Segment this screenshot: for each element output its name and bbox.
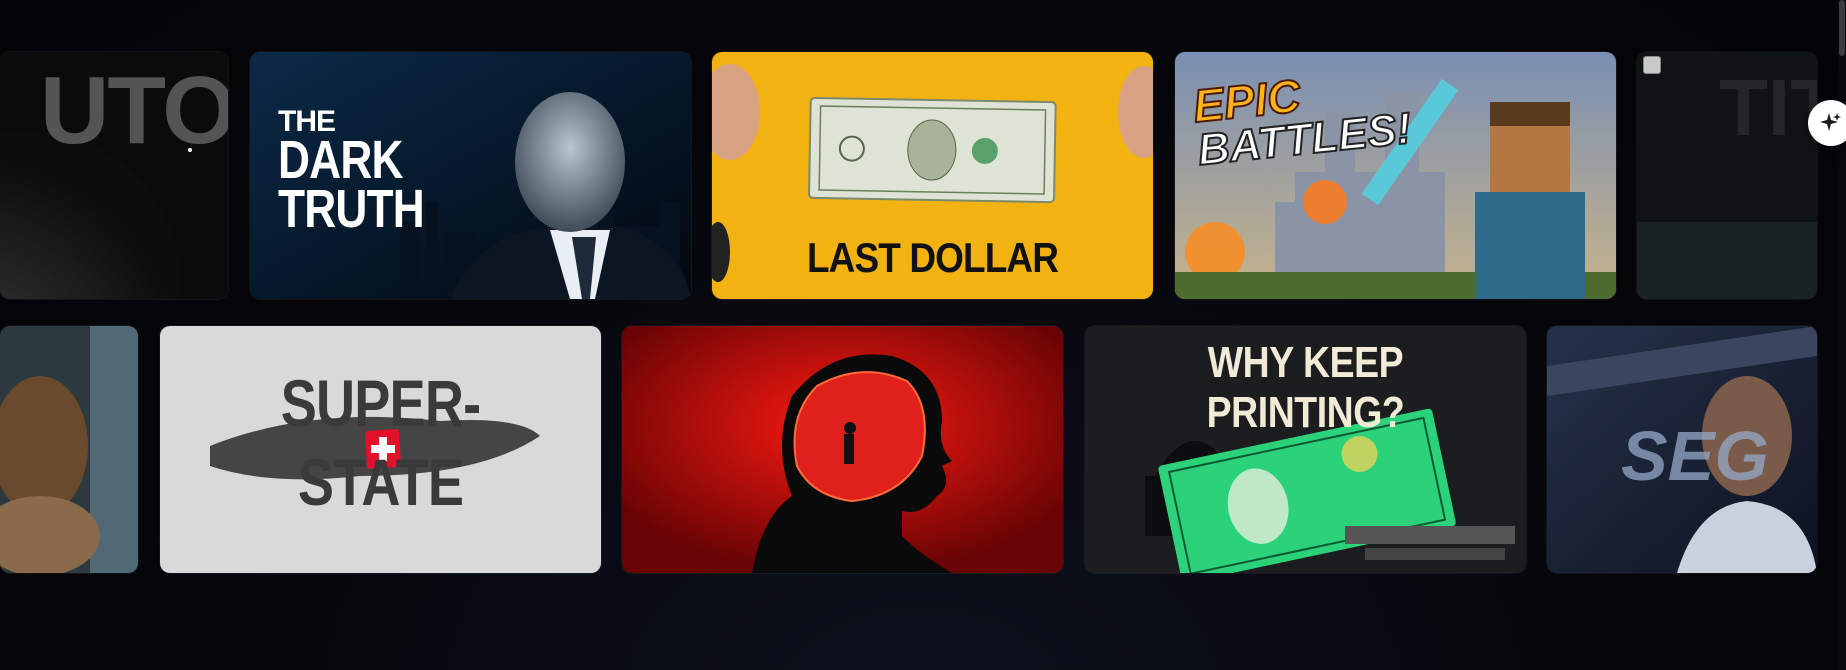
thumbnail-title: SUPER- STATE [280, 366, 481, 520]
thumbnail-title: THE DARK TRUTH [278, 105, 425, 240]
thumbnail-card-epic-battles[interactable]: EPIC BATTLES! [1175, 52, 1616, 299]
thumbnail-card-dark-truth[interactable]: THE DARK TRUTH [250, 52, 691, 299]
scrollbar-thumb[interactable] [1839, 0, 1845, 56]
sparkle-icon [1820, 113, 1841, 131]
scrollbar-track[interactable] [1838, 0, 1846, 670]
thumbnail-card-dog[interactable] [0, 326, 138, 573]
thumbnail-card-super-state[interactable]: SUPER- STATE [160, 326, 601, 573]
thumbnail-image [622, 326, 1063, 573]
thumbnail-card-uto[interactable]: UTO [0, 52, 228, 299]
thumbnail-card-seg[interactable]: SEG [1547, 326, 1817, 573]
thumbnail-image [0, 326, 138, 573]
thumbnail-title: LAST DOLLAR [806, 234, 1059, 281]
thumbnail-title: SEG [1621, 417, 1769, 495]
thumbnail-card-last-dollar[interactable]: LAST DOLLAR [712, 52, 1153, 299]
channel-avatar [1643, 56, 1661, 74]
thumbnail-card-red-mind[interactable] [622, 326, 1063, 573]
thumbnail-card-titanic[interactable]: TIT [1637, 52, 1817, 299]
ai-assistant-button[interactable] [1808, 100, 1846, 146]
thumbnail-title: WHY KEEP PRINTING? [1206, 338, 1405, 437]
thumbnail-card-why-keep-printing[interactable]: WHY KEEP PRINTING? [1085, 326, 1526, 573]
thumbnail-title: TIT [1719, 63, 1817, 152]
thumbnail-title: UTO [40, 57, 228, 164]
